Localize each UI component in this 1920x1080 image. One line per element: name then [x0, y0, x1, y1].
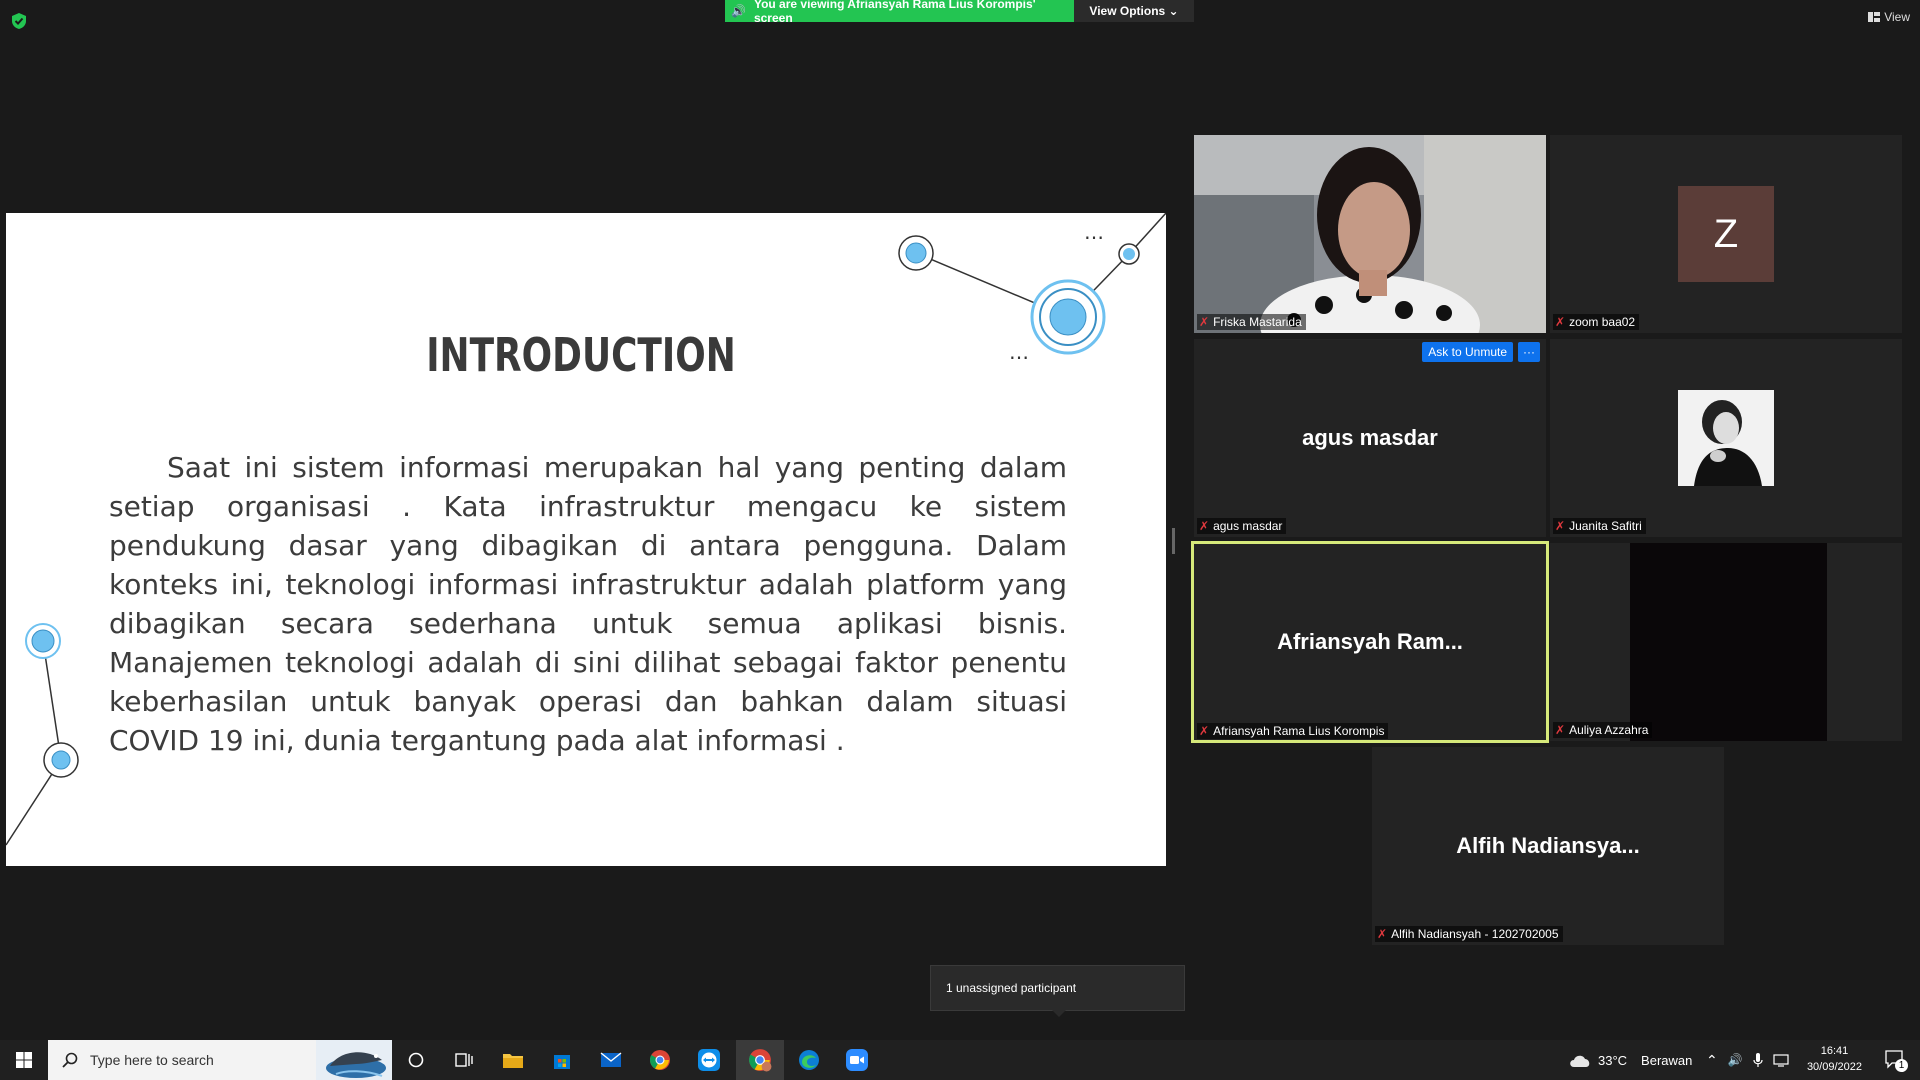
search-icon — [62, 1052, 78, 1068]
meeting-toolbar — [0, 1030, 1920, 1040]
splitter-handle[interactable] — [1172, 528, 1175, 554]
microphone-icon[interactable] — [1753, 1052, 1763, 1068]
avatar: Z — [1678, 186, 1774, 282]
svg-text:…: … — [1084, 220, 1104, 244]
slide-body-text: Saat ini sistem informasi merupakan hal … — [109, 451, 1067, 757]
task-view-icon — [455, 1053, 473, 1067]
store-button[interactable] — [538, 1040, 586, 1080]
chrome-profile-icon — [749, 1049, 772, 1072]
chrome-profile-button[interactable] — [736, 1040, 784, 1080]
teamviewer-button[interactable] — [685, 1040, 733, 1080]
muted-mic-icon: ✗ — [1555, 519, 1566, 533]
participant-name-label: ✗ Auliya Azzahra — [1553, 722, 1653, 738]
participant-display-name: Alfih Nadiansya... — [1456, 833, 1640, 858]
participant-name-label: ✗ Afriansyah Rama Lius Korompis — [1197, 723, 1389, 739]
taskbar-search-input[interactable]: Type here to search — [48, 1040, 392, 1080]
weather-temperature: 33°C — [1598, 1052, 1628, 1068]
participant-tile[interactable]: Z ✗ zoom baa02 — [1550, 135, 1902, 333]
edge-button[interactable] — [785, 1040, 833, 1080]
more-options-button[interactable]: ··· — [1518, 342, 1540, 362]
zoom-icon — [846, 1049, 868, 1071]
edge-icon — [799, 1050, 819, 1070]
chrome-icon — [649, 1050, 670, 1070]
participant-tile[interactable]: Alfih Nadiansya... ✗ Alfih Nadiansyah - … — [1372, 747, 1724, 945]
notification-center-button[interactable]: 1 — [1884, 1048, 1908, 1072]
participant-tile[interactable]: Ask to Unmute ··· agus masdar ✗ agus mas… — [1194, 339, 1546, 537]
teamviewer-icon — [698, 1049, 720, 1071]
participant-tile-active-speaker[interactable]: Afriansyah Ram... ✗ Afriansyah Rama Lius… — [1191, 541, 1549, 743]
tooltip-pointer — [1052, 1010, 1066, 1017]
zoom-app-button[interactable] — [833, 1040, 881, 1080]
weather-widget[interactable]: 33°C Berawan — [1568, 1040, 1692, 1080]
search-highlight-illustration — [316, 1040, 392, 1080]
participant-video — [1194, 135, 1546, 333]
taskbar-clock[interactable]: 16:41 30/09/2022 — [1807, 1043, 1862, 1075]
participant-name-label: ✗ Alfih Nadiansyah - 1202702005 — [1375, 926, 1563, 942]
viewing-text: You are viewing Afriansyah Rama Lius Kor… — [753, 0, 1036, 25]
participant-name-label: ✗ zoom baa02 — [1553, 314, 1640, 330]
start-button[interactable] — [0, 1040, 48, 1080]
cortana-icon — [408, 1052, 424, 1068]
participant-tile[interactable]: ✗ Juanita Safitri — [1550, 339, 1902, 537]
participant-video — [1630, 543, 1827, 741]
store-icon — [554, 1055, 570, 1069]
cloud-icon — [1570, 1055, 1590, 1067]
screen-share-banner: 🔊 You are viewing Afriansyah Rama Lius K… — [725, 0, 1074, 25]
security-shield-icon[interactable] — [10, 12, 28, 30]
participant-tile[interactable]: ✗ Auliya Azzahra — [1550, 543, 1902, 741]
weather-description: Berawan — [1641, 1052, 1693, 1068]
mail-button[interactable] — [587, 1040, 635, 1080]
task-view-button[interactable] — [440, 1040, 488, 1080]
profile-photo — [1678, 390, 1774, 486]
notification-badge: 1 — [1895, 1059, 1908, 1072]
clock-time: 16:41 — [1820, 1045, 1849, 1057]
chrome-button[interactable] — [636, 1040, 684, 1080]
participant-display-name: Afriansyah Ram... — [1277, 629, 1463, 654]
mail-icon — [600, 1052, 622, 1067]
ask-to-unmute-button[interactable]: Ask to Unmute — [1422, 342, 1513, 362]
volume-icon[interactable]: 🔊 — [1728, 1053, 1743, 1067]
slide-title: INTRODUCTION — [426, 328, 736, 382]
shared-screen-slide: … … INTRODUCTION Saat ini sistem informa… — [6, 213, 1166, 866]
muted-mic-icon: ✗ — [1199, 519, 1210, 533]
participant-name-label: ✗ Friska Mastarida — [1197, 314, 1306, 330]
participant-tile[interactable]: ✗ Friska Mastarida — [1194, 135, 1546, 333]
view-options-button[interactable]: View Options ⌄ — [1074, 0, 1194, 22]
muted-mic-icon: ✗ — [1199, 724, 1210, 738]
speaker-icon: 🔊 — [731, 4, 746, 18]
grid-view-icon — [1868, 12, 1881, 22]
file-explorer-button[interactable] — [489, 1040, 537, 1080]
participant-name-label: ✗ agus masdar — [1197, 518, 1287, 534]
view-label: View — [1884, 10, 1910, 24]
windows-icon — [16, 1052, 32, 1068]
participant-display-name: agus masdar — [1302, 425, 1438, 450]
folder-icon — [503, 1054, 523, 1068]
participant-name-label: ✗ Juanita Safitri — [1553, 518, 1646, 534]
cortana-button[interactable] — [392, 1040, 440, 1080]
clock-date: 30/09/2022 — [1806, 1061, 1862, 1073]
unassigned-participant-tooltip[interactable]: 1 unassigned participant — [930, 965, 1185, 1011]
muted-mic-icon: ✗ — [1199, 315, 1210, 329]
muted-mic-icon: ✗ — [1555, 723, 1566, 737]
muted-mic-icon: ✗ — [1555, 315, 1566, 329]
muted-mic-icon: ✗ — [1377, 927, 1388, 941]
network-icon[interactable] — [1773, 1053, 1789, 1067]
system-tray: ⌃ 🔊 — [1706, 1040, 1789, 1080]
view-button[interactable]: View — [1868, 10, 1910, 24]
chevron-up-icon[interactable]: ⌃ — [1706, 1052, 1718, 1069]
search-placeholder: Type here to search — [90, 1052, 214, 1068]
